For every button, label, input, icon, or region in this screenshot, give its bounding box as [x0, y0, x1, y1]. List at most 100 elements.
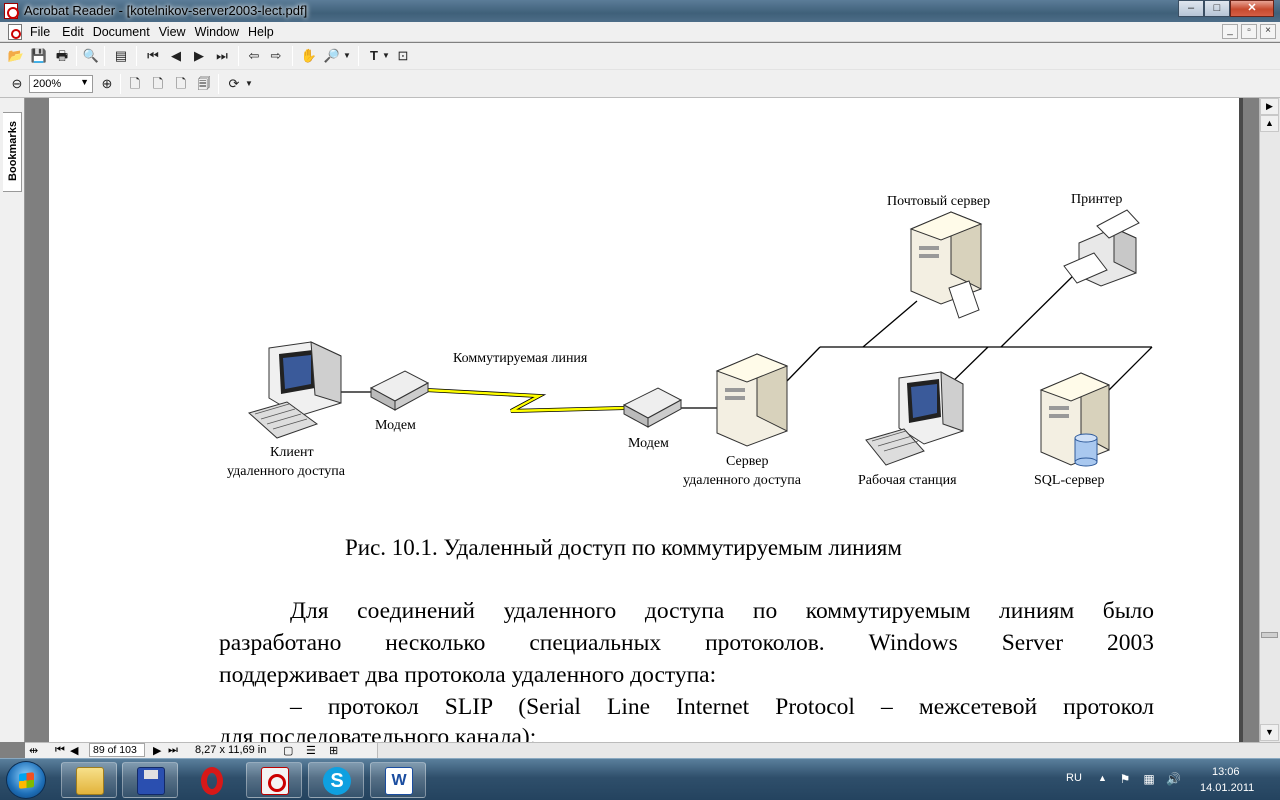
workstation-computer-icon [865, 371, 964, 466]
acrobat-app-icon [4, 3, 19, 19]
server-label-line2: удаленного доступа [683, 473, 801, 488]
facing-pages-icon[interactable]: ⊞ [329, 744, 338, 757]
show-navigation-pane-icon[interactable]: ▤ [111, 46, 131, 66]
vertical-scrollbar[interactable] [1259, 98, 1280, 742]
status-previous-page-icon[interactable]: ◀ [70, 744, 78, 757]
fit-page-icon[interactable]: 🗋 [148, 74, 168, 94]
taskbar-word[interactable]: W [370, 762, 426, 798]
status-next-page-icon[interactable]: ▶ [153, 744, 161, 757]
list-item-slip-continued: для последовательного канала); [219, 724, 537, 742]
language-indicator[interactable]: RU [1066, 772, 1082, 784]
menu-edit[interactable]: Edit [62, 25, 93, 39]
menu-file[interactable]: File [30, 25, 62, 39]
minimize-icon: – [1187, 2, 1195, 14]
menu-help[interactable]: Help [248, 25, 283, 39]
zoom-select[interactable]: 200% ▼ [29, 75, 93, 93]
paragraph-line-2: разработано несколько специальных проток… [219, 630, 1154, 656]
fit-visible-icon[interactable]: 🗐 [194, 74, 214, 94]
zoom-in-icon[interactable]: ⊕ [97, 74, 117, 94]
split-view-icon[interactable]: ⇹ [29, 744, 38, 757]
snapshot-tool-icon[interactable]: ⊡ [393, 46, 413, 66]
save-icon[interactable]: 💾 [29, 46, 49, 66]
doc-close-button[interactable]: × [1260, 24, 1276, 39]
zoom-value: 200% [33, 78, 62, 90]
scroll-thumb[interactable] [1261, 632, 1278, 638]
navigation-panel: Bookmarks [0, 98, 25, 742]
go-back-icon[interactable]: ⇦ [244, 46, 264, 66]
taskbar-acrobat[interactable] [246, 762, 302, 798]
folder-icon [76, 767, 104, 795]
close-icon: ✕ [1247, 2, 1257, 14]
page-number-field[interactable]: 89 of 103 [89, 743, 145, 757]
network-icon[interactable]: ▦ [1142, 772, 1156, 786]
minimize-button[interactable]: – [1178, 0, 1204, 17]
document-menu-icon[interactable] [8, 24, 22, 40]
continuous-icon[interactable]: ☰ [306, 744, 316, 757]
menu-window[interactable]: Window [195, 25, 248, 39]
maximize-icon: □ [1213, 2, 1221, 14]
bookmarks-tab-label: Bookmarks [7, 121, 19, 181]
scroll-up-icon[interactable]: ▲ [1260, 115, 1279, 132]
zoom-out-icon[interactable]: ⊖ [7, 74, 27, 94]
document-page[interactable]: Почтовый сервер Принтер Коммутируемая ли… [49, 98, 1239, 742]
bookmarks-tab[interactable]: Bookmarks [3, 112, 22, 192]
open-icon[interactable]: 📂 [6, 46, 26, 66]
zoom-tool-icon[interactable]: 🔎 [322, 46, 342, 66]
previous-page-icon[interactable]: ◀ [166, 46, 186, 66]
scroll-down-icon[interactable]: ▼ [1260, 724, 1279, 741]
action-center-flag-icon[interactable]: ⚑ [1118, 772, 1132, 786]
mail-server-label: Почтовый сервер [887, 194, 991, 209]
status-first-page-icon[interactable]: ⏮ [55, 744, 65, 757]
clock-time[interactable]: 13:06 [1212, 766, 1240, 778]
vertical-scrollbar-area: ▶ ▲ ▼ [1239, 98, 1280, 742]
doc-minimize-button[interactable]: _ [1222, 24, 1238, 39]
menu-bar: File Edit Document View Window Help _ ▫ … [0, 22, 1280, 42]
client-computer-icon [247, 341, 342, 439]
start-button[interactable] [6, 761, 46, 799]
taskbar: S W RU ▲ ⚑ ▦ 🔊 13:06 14.01.2011 [0, 758, 1280, 800]
left-modem-label: Модем [375, 418, 416, 433]
actual-size-icon[interactable]: 🗋 [125, 74, 145, 94]
main-toolbar: 📂 💾 🖶 🔍 ▤ ⏮ ◀ ▶ ⏭ ⇦ ⇨ ✋ 🔎 ▼ T ▼ ⊡ [0, 43, 1280, 112]
hand-tool-icon[interactable]: ✋ [299, 46, 319, 66]
workstation-label: Рабочая станция [858, 473, 957, 488]
client-label-line2: удаленного доступа [227, 464, 345, 479]
go-forward-icon[interactable]: ⇨ [266, 46, 286, 66]
window-title: Acrobat Reader - [kotelnikov-server2003-… [24, 3, 308, 18]
last-page-icon[interactable]: ⏭ [212, 46, 232, 66]
taskbar-opera[interactable] [183, 762, 239, 798]
printer-icon [1063, 209, 1140, 287]
maximize-button[interactable]: □ [1204, 0, 1230, 17]
menu-document[interactable]: Document [93, 25, 159, 39]
next-page-icon[interactable]: ▶ [189, 46, 209, 66]
horizontal-scrollbar[interactable] [377, 743, 1280, 758]
close-button[interactable]: ✕ [1230, 0, 1274, 17]
text-select-dropdown-icon[interactable]: ▼ [380, 46, 392, 66]
status-bar: ⇹ ⏮ ◀ 89 of 103 ▶ ⏭ 8,27 x 11,69 in ▢ ☰ … [25, 742, 1280, 758]
first-page-icon[interactable]: ⏮ [143, 46, 163, 66]
fit-width-icon[interactable]: 🗋 [171, 74, 191, 94]
right-modem-label: Модем [628, 436, 669, 451]
status-last-page-icon[interactable]: ⏭ [168, 744, 178, 757]
rotate-view-icon[interactable]: ⟳ [224, 74, 244, 94]
taskbar-explorer[interactable] [61, 762, 117, 798]
find-icon[interactable]: 🔍 [81, 46, 101, 66]
acrobat-icon [261, 767, 289, 795]
zoom-tool-dropdown-icon[interactable]: ▼ [341, 46, 353, 66]
volume-icon[interactable]: 🔊 [1166, 772, 1181, 786]
switched-line-label: Коммутируемая линия [453, 351, 588, 366]
print-icon[interactable]: 🖶 [52, 46, 72, 66]
show-hidden-icons-icon[interactable]: ▲ [1098, 773, 1107, 783]
rotate-dropdown-icon[interactable]: ▼ [243, 74, 255, 94]
taskbar-save-app[interactable] [122, 762, 178, 798]
menu-view[interactable]: View [159, 25, 195, 39]
skype-icon: S [323, 767, 351, 795]
single-page-icon[interactable]: ▢ [283, 744, 293, 757]
doc-restore-button[interactable]: ▫ [1241, 24, 1257, 39]
zoom-dropdown-icon[interactable]: ▼ [80, 77, 89, 87]
panel-toggle-icon[interactable]: ▶ [1260, 98, 1279, 115]
taskbar-skype[interactable]: S [308, 762, 364, 798]
clock-date[interactable]: 14.01.2011 [1200, 782, 1254, 794]
remote-access-server-icon [715, 353, 789, 447]
left-modem-icon [369, 370, 430, 411]
